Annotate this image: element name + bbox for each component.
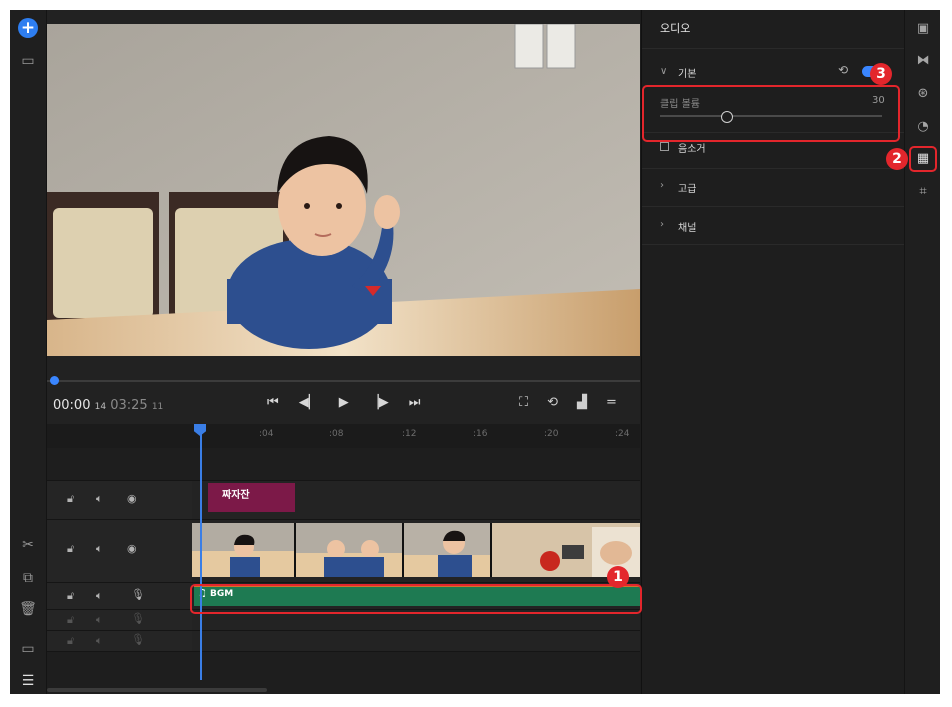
- speed-icon[interactable]: ◔: [915, 120, 931, 134]
- title-properties-icon[interactable]: ▣: [915, 22, 931, 36]
- horizontal-scrollbar[interactable]: [47, 688, 267, 692]
- annotation-badge-3: 3: [870, 63, 892, 85]
- scrub-bar[interactable]: [47, 380, 640, 382]
- step-forward-icon[interactable]: ▕▶: [369, 395, 389, 410]
- scissors-icon[interactable]: ✂: [16, 534, 40, 556]
- export-frame-icon[interactable]: ▟: [577, 395, 587, 410]
- video-clip[interactable]: [192, 523, 640, 577]
- clip-thumbnail: [192, 523, 294, 577]
- reset-icon[interactable]: ⟲: [838, 63, 848, 77]
- section-channel-label[interactable]: 채널: [678, 219, 696, 234]
- microphone-icon[interactable]: 🎙︎: [131, 633, 145, 646]
- view-toggle-icon[interactable]: ▭: [16, 638, 40, 660]
- lock-icon[interactable]: 🔓︎: [67, 634, 74, 648]
- track-header: 🔓︎ 🔈︎ 🎙︎: [47, 610, 192, 630]
- track-header: 🔓︎ 🔈︎ 🎙︎: [47, 583, 192, 609]
- clip-thumbnail: [296, 523, 402, 577]
- chevron-right-icon[interactable]: ›: [660, 219, 664, 230]
- transport-controls: ⏮ ◀▏ ▶ ▕▶ ⏭: [267, 395, 420, 410]
- highlight-box-audio-tab: [909, 146, 937, 172]
- highlight-box-clip-volume: [642, 85, 900, 142]
- track-header: 🔓︎ 🔈︎ 🎙︎: [47, 631, 192, 651]
- mute-label: 음소거: [678, 144, 706, 155]
- timeline-area: 🔓︎ 🔈︎ ◉ 짜자잔 🔓︎ 🔈︎ ◉ 🔓︎ 🔈︎ 🎙︎ ♫ BGM 🔓︎ 🔈︎…: [47, 448, 640, 694]
- title-clip[interactable]: 짜자잔: [208, 483, 295, 512]
- panel-title: 오디오: [660, 22, 691, 35]
- mute-checkbox[interactable]: [660, 142, 669, 151]
- empty-track: [47, 448, 640, 481]
- divider: [642, 244, 905, 245]
- current-frames: 14: [94, 402, 107, 412]
- add-media-icon[interactable]: +: [18, 18, 38, 38]
- total-frames: 11: [151, 402, 164, 412]
- section-basic-label[interactable]: 기본: [678, 65, 696, 80]
- property-tabs-bar: ▣ ⧓ ⊛ ◔ ▦ ⌗: [904, 10, 940, 694]
- lock-icon[interactable]: 🔓︎: [67, 589, 74, 603]
- clip-thumbnail: [404, 523, 490, 577]
- annotation-badge-2: 2: [886, 148, 908, 170]
- speaker-icon[interactable]: 🔈︎: [96, 634, 103, 648]
- microphone-icon[interactable]: 🎙︎: [131, 612, 145, 625]
- lock-icon[interactable]: 🔓︎: [67, 492, 74, 506]
- go-to-start-icon[interactable]: ⏮: [267, 395, 279, 410]
- total-time: 03:25: [110, 398, 148, 413]
- crop-icon[interactable]: ⌗: [915, 185, 931, 199]
- step-back-icon[interactable]: ◀▏: [299, 395, 319, 410]
- divider: [642, 48, 905, 49]
- play-icon[interactable]: ▶: [339, 395, 349, 410]
- timeline-ruler[interactable]: :04 :08 :12 :16 :20 :24: [47, 424, 640, 448]
- ruler-tick: :12: [402, 429, 417, 439]
- ruler-tick: :08: [329, 429, 344, 439]
- speaker-icon[interactable]: 🔈︎: [96, 492, 103, 506]
- speaker-icon[interactable]: 🔈︎: [96, 542, 103, 556]
- current-time: 00:00: [53, 398, 91, 413]
- audio-track-empty: 🔓︎ 🔈︎ 🎙︎: [47, 631, 640, 652]
- divider: [642, 206, 905, 207]
- go-to-end-icon[interactable]: ⏭: [409, 395, 421, 410]
- track-header: 🔓︎ 🔈︎ ◉: [47, 481, 192, 519]
- title-track: 🔓︎ 🔈︎ ◉ 짜자잔: [47, 481, 640, 520]
- preview-frame-image: [47, 24, 640, 356]
- annotation-badge-1: 1: [607, 566, 629, 588]
- playhead-line[interactable]: [200, 424, 202, 680]
- chevron-right-icon[interactable]: ›: [660, 180, 664, 191]
- section-advanced-label[interactable]: 고급: [678, 180, 696, 195]
- view-controls: ⛶ ⟲ ▟ =: [519, 395, 617, 410]
- chevron-down-icon[interactable]: ∨: [660, 66, 667, 77]
- transition-icon[interactable]: ⧓: [915, 54, 931, 68]
- ruler-tick: :04: [259, 429, 274, 439]
- lock-icon[interactable]: 🔓︎: [67, 613, 74, 627]
- eye-icon[interactable]: ◉: [127, 542, 137, 555]
- loop-icon[interactable]: ⟲: [547, 395, 558, 410]
- color-icon[interactable]: ⊛: [915, 87, 931, 101]
- ruler-tick: :20: [544, 429, 559, 439]
- video-preview[interactable]: [47, 24, 640, 356]
- lock-icon[interactable]: 🔓︎: [67, 542, 74, 556]
- divider: [642, 168, 905, 169]
- microphone-icon[interactable]: 🎙︎: [131, 588, 145, 601]
- menu-icon[interactable]: =: [606, 395, 617, 410]
- ruler-tick: :16: [473, 429, 488, 439]
- trash-icon[interactable]: 🗑: [16, 598, 40, 620]
- track-header: 🔓︎ 🔈︎ ◉: [47, 520, 192, 582]
- thumbnail-image: [192, 523, 294, 577]
- fit-screen-icon[interactable]: ⛶: [519, 395, 528, 410]
- left-toolbar: + ▭ ✂ ⧉ 🗑 ▭ ☰: [10, 10, 47, 694]
- scrub-handle[interactable]: [50, 376, 59, 385]
- speaker-icon[interactable]: 🔈︎: [96, 613, 103, 627]
- timecode-display: 00:00 14 03:25 11: [53, 398, 163, 413]
- tracks-list-icon[interactable]: ☰: [16, 670, 40, 692]
- speaker-icon[interactable]: 🔈︎: [96, 589, 103, 603]
- ruler-tick: :24: [615, 429, 630, 439]
- eye-icon[interactable]: ◉: [127, 492, 137, 505]
- app-window: + ▭ ✂ ⧉ 🗑 ▭ ☰ 00:00 14 03:25 11 ⏮ ◀▏ ▶ ▕…: [10, 10, 940, 694]
- highlight-box-audio-clip: [190, 584, 642, 614]
- video-track: 🔓︎ 🔈︎ ◉: [47, 520, 640, 583]
- thumbnail-image: [404, 523, 490, 577]
- media-bin-icon[interactable]: ▭: [16, 50, 40, 72]
- thumbnail-image: [296, 523, 402, 577]
- duplicate-icon[interactable]: ⧉: [16, 567, 40, 589]
